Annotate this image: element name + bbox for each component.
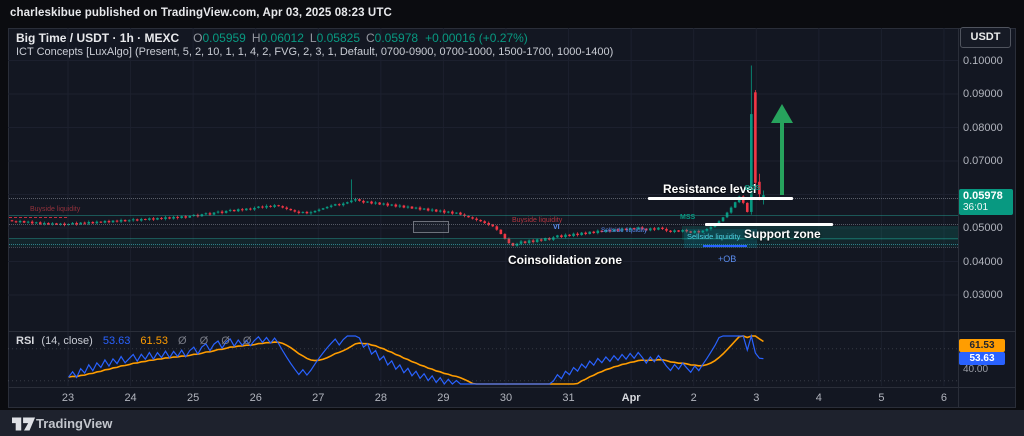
rsi-value-blue: 53.63 <box>103 335 131 347</box>
price-chart-canvas[interactable] <box>8 28 958 386</box>
time-axis-label: 4 <box>816 392 822 404</box>
last-price-badge: 0.05978 36:01 <box>959 189 1013 215</box>
up-arrow <box>768 101 796 197</box>
rsi-legend[interactable]: RSI (14, close) 53.63 61.53 Ø Ø Ø Ø <box>16 335 256 347</box>
symbol-legend[interactable]: Big Time / USDT · 1h · MEXCO0.05959H0.06… <box>16 31 528 45</box>
price-axis-label: 0.07000 <box>963 155 1003 167</box>
red-liquidity-dash <box>9 217 67 218</box>
low-key: L <box>310 31 317 45</box>
time-axis-label: 26 <box>250 392 262 404</box>
price-axis-label: 0.03000 <box>963 289 1003 301</box>
attribution-text: charleskibue published on TradingView.co… <box>10 7 392 19</box>
rsi-pane-separator[interactable] <box>8 331 1016 332</box>
buyside-liquidity-mid-label: Buyside liquidity <box>512 217 562 224</box>
time-axis-label: 24 <box>124 392 136 404</box>
rsi-params: (14, close) <box>41 335 92 347</box>
price-axis-label: 0.09000 <box>963 88 1003 100</box>
liquidity-line-upper <box>9 215 958 216</box>
change-value: +0.00016 (+0.27%) <box>425 31 528 45</box>
bar-countdown: 36:01 <box>963 202 1013 214</box>
time-axis-label: 3 <box>753 392 759 404</box>
rsi-value-orange: 61.53 <box>140 335 168 347</box>
price-axis-label: 0.08000 <box>963 122 1003 134</box>
mss-label: MSS <box>680 214 695 221</box>
resistance-dotted-line <box>9 198 958 199</box>
price-axis-label: 0.10000 <box>963 55 1003 67</box>
rsi-ma-badge: 61.53 <box>959 339 1005 352</box>
close-key: C <box>366 31 375 45</box>
high-key: H <box>252 31 261 45</box>
tradingview-snapshot: charleskibue published on TradingView.co… <box>0 0 1024 436</box>
fvg-box <box>413 221 449 233</box>
footer-brand-text[interactable]: TradingView <box>36 416 112 431</box>
support-line <box>705 223 833 226</box>
lower-dotted-line <box>9 247 958 248</box>
time-axis-separator <box>8 387 1016 388</box>
sellside-liquidity-mid-label: Sellside liquidity <box>601 227 647 234</box>
time-axis-label: 23 <box>62 392 74 404</box>
time-axis-label: 5 <box>878 392 884 404</box>
low-value: 0.05825 <box>317 31 360 45</box>
open-value: 0.05959 <box>202 31 245 45</box>
order-block-label: +OB <box>718 254 736 264</box>
symbol-title: Big Time / USDT · 1h · MEXC <box>16 31 179 45</box>
resistance-label: Resistance level <box>663 182 756 196</box>
vi-label: VI <box>553 224 560 231</box>
rsi-low-band-label: 40.00 <box>963 364 988 375</box>
time-axis-label: 28 <box>375 392 387 404</box>
price-axis-label: 0.05000 <box>963 222 1003 234</box>
consolidation-label: Coinsolidation zone <box>508 253 622 267</box>
time-axis-label: Apr <box>622 392 641 404</box>
time-axis-label: 25 <box>187 392 199 404</box>
support-label: Support zone <box>744 227 821 241</box>
rsi-title: RSI <box>16 335 34 347</box>
sellside-underline <box>703 245 747 247</box>
currency-toggle-button[interactable]: USDT <box>960 27 1011 48</box>
buyside-liquidity-left-label: Buyside liquidity <box>30 206 80 213</box>
resistance-line <box>648 197 793 200</box>
sellside-liquidity-label: Sellside liquidity <box>687 232 740 241</box>
time-axis-label: 29 <box>437 392 449 404</box>
time-axis-label: 30 <box>500 392 512 404</box>
time-axis-label: 27 <box>312 392 324 404</box>
time-axis-label: 31 <box>562 392 574 404</box>
high-value: 0.06012 <box>261 31 304 45</box>
footer-bar <box>0 410 1024 436</box>
rsi-empty-values: Ø Ø Ø Ø <box>178 335 256 347</box>
close-value: 0.05978 <box>375 31 418 45</box>
time-axis-label: 6 <box>941 392 947 404</box>
last-price-value: 0.05978 <box>963 190 1013 202</box>
time-axis-label: 2 <box>691 392 697 404</box>
price-axis-label: 0.04000 <box>963 256 1003 268</box>
tradingview-logo[interactable] <box>12 415 36 433</box>
indicator-legend[interactable]: ICT Concepts [LuxAlgo] (Present, 5, 2, 1… <box>16 46 613 58</box>
bos-label: BOS <box>745 185 760 192</box>
